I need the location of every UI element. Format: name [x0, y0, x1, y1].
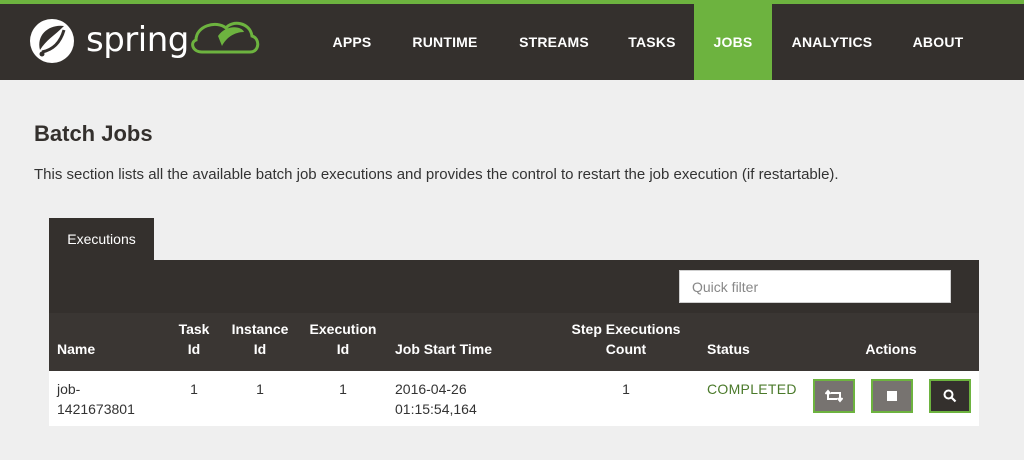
instance-id-value: 1 — [256, 381, 264, 397]
col-name: Name — [57, 341, 96, 357]
task-id-value: 1 — [190, 381, 198, 397]
nav-streams[interactable]: STREAMS — [504, 4, 604, 80]
nav-jobs[interactable]: JOBS — [694, 4, 772, 80]
details-button[interactable] — [929, 379, 971, 413]
app-header: spring APPS RUNTIME STREAMS TASKS JOBS A… — [0, 4, 1024, 80]
nav-runtime[interactable]: RUNTIME — [396, 4, 494, 80]
tab-executions[interactable]: Executions — [49, 218, 154, 260]
page-description: This section lists all the available bat… — [34, 166, 839, 183]
page-title: Batch Jobs — [34, 121, 153, 146]
execution-id-value: 1 — [339, 381, 347, 397]
col-actions: Actions — [865, 341, 917, 357]
col-status: Status — [707, 341, 750, 357]
stop-icon — [887, 391, 897, 401]
quick-filter-input[interactable] — [679, 270, 951, 303]
retweet-icon — [825, 389, 843, 403]
col-instance-id: Instance Id — [231, 321, 289, 357]
col-execution-id: Execution Id — [309, 321, 377, 357]
col-task-id: Task Id — [178, 321, 210, 357]
table-toolbar — [49, 260, 979, 313]
table-header: Name Task Id Instance Id Execution Id Job S… — [49, 313, 979, 371]
search-icon — [943, 389, 957, 403]
nav-analytics[interactable]: ANALYTICS — [778, 4, 886, 80]
spring-logo[interactable]: spring — [28, 16, 268, 66]
nav-about[interactable]: ABOUT — [898, 4, 978, 80]
col-step-count: Step Executions Count — [571, 321, 681, 357]
brand-name: spring — [86, 20, 189, 60]
table-row: job- 1421673801 1 1 1 2016-04-26 01:15:54,… — [49, 371, 979, 426]
col-start-time: Job Start Time — [395, 341, 492, 357]
step-count-value: 1 — [622, 381, 630, 397]
status-badge: COMPLETED — [707, 381, 797, 397]
nav-tasks[interactable]: TASKS — [614, 4, 690, 80]
start-time-value: 2016-04-26 01:15:54,164 — [395, 381, 477, 417]
restart-button[interactable] — [813, 379, 855, 413]
nav-apps[interactable]: APPS — [316, 4, 388, 80]
job-name: job- 1421673801 — [57, 381, 135, 417]
stop-button[interactable] — [871, 379, 913, 413]
